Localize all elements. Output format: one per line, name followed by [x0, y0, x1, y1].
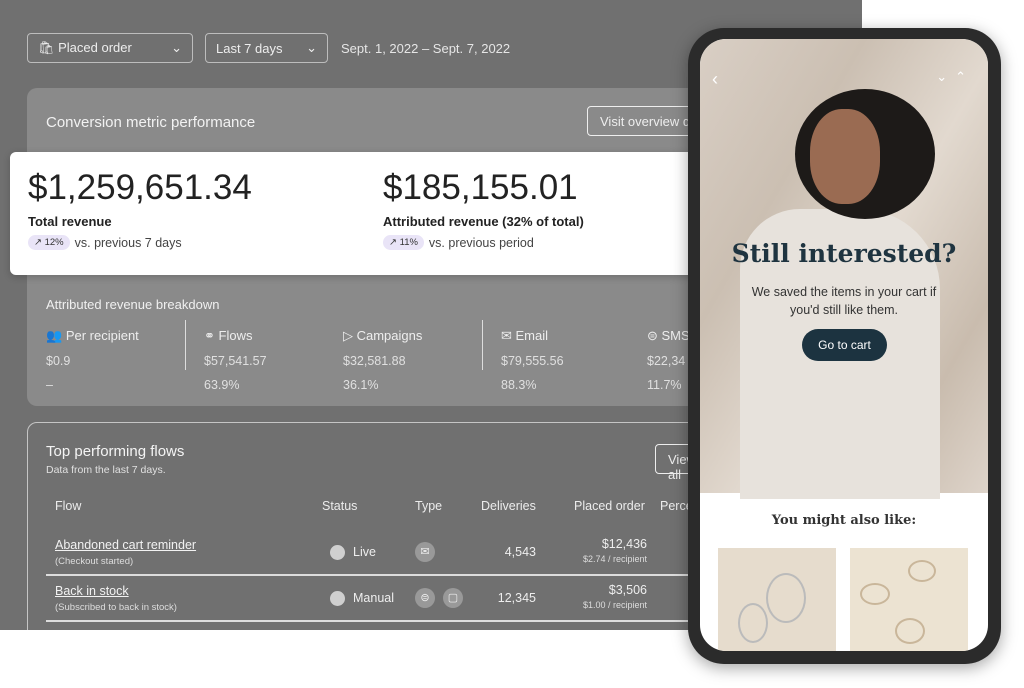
pct: 88.3% [501, 378, 537, 392]
range-select[interactable]: Last 7 days ⌄ [205, 33, 328, 63]
status-dot [330, 545, 345, 560]
placed-value: $12,436 [601, 537, 647, 551]
change-badge: ↗ 12% [28, 235, 70, 250]
divider [185, 320, 186, 370]
label: SMS [661, 328, 690, 343]
pct: 36.1% [343, 378, 379, 392]
placed-order: $12,436 $2.74 / recipient [583, 537, 647, 564]
per-recipient: $2.74 / recipient [582, 554, 647, 564]
headline: Still interested? [731, 239, 957, 268]
users-icon: 👥 [46, 328, 66, 343]
breakdown-sms: ⊜ SMS $22,34 11.7% [647, 328, 690, 402]
back-chevron-icon[interactable]: ‹ [712, 69, 718, 90]
header-type[interactable]: Type [415, 499, 442, 513]
pct: 63.9% [204, 378, 240, 392]
pct: – [46, 378, 53, 392]
comparison-text: vs. previous period [428, 235, 534, 250]
divider [46, 574, 706, 576]
divider [482, 320, 483, 370]
total-revenue-value: $1,259,651.34 [28, 168, 252, 207]
flow-trigger: (Subscribed to back in stock) [55, 602, 177, 613]
label: Per recipient [65, 328, 139, 343]
flows-title: Top performing flows [46, 443, 185, 460]
breakdown-title: Attributed revenue breakdown [46, 297, 220, 312]
go-to-cart-button[interactable]: Go to cart [802, 329, 887, 361]
comparison-text: vs. previous 7 days [74, 235, 182, 250]
header-placed-order[interactable]: Placed order [574, 499, 645, 513]
mail-icon: ✉ [501, 328, 516, 343]
shopify-icon: 🛍 [38, 40, 59, 55]
attributed-revenue: $185,155.01 Attributed revenue (32% of t… [383, 168, 584, 250]
status-text: Manual [353, 591, 394, 605]
divider [46, 620, 706, 622]
sms-icon: ⊜ [647, 328, 662, 343]
change-value: 12% [44, 237, 64, 248]
product-earrings[interactable] [718, 548, 836, 651]
deliveries: 4,543 [504, 545, 536, 559]
breakdown-flows: ⚭ Flows $57,541.57 63.9% [204, 328, 267, 402]
total-revenue-label: Total revenue [28, 214, 112, 229]
flow-trigger: (Checkout started) [55, 556, 134, 567]
body-text: We saved the items in your cart if you'd… [751, 285, 937, 317]
attributed-revenue-label: Attributed revenue (32% of total) [383, 214, 584, 229]
label: Email [515, 328, 549, 343]
chevron-down-icon: ⌄ [306, 40, 317, 55]
deliveries: 12,345 [497, 591, 536, 605]
product-rings[interactable] [850, 548, 968, 651]
phone-screen: ‹ ⌄⌃ Still interested? We saved the item… [700, 39, 988, 651]
status-dot [330, 591, 345, 606]
trend-up-icon: ↗ [34, 237, 45, 248]
change-badge: ↗ 11% [383, 235, 424, 250]
placed-order: $3,506 $1.00 / recipient [583, 583, 647, 610]
label: Flows [218, 328, 253, 343]
status-text: Live [353, 545, 376, 559]
flows-icon: ⚭ [204, 328, 219, 343]
value: $79,555.56 [501, 354, 564, 368]
attributed-revenue-value: $185,155.01 [383, 168, 578, 207]
label: Campaigns [356, 328, 423, 343]
send-icon: ▷ [343, 328, 357, 343]
breakdown-campaigns: ▷ Campaigns $32,581.88 36.1% [343, 328, 422, 402]
face-shape [810, 109, 880, 204]
phone-mockup: ‹ ⌄⌃ Still interested? We saved the item… [688, 28, 1001, 664]
up-down-chevron-icon[interactable]: ⌄⌃ [936, 69, 974, 85]
metric-select-value: Placed order [58, 40, 132, 55]
pct: 11.7% [647, 378, 682, 392]
breakdown-email: ✉ Email $79,555.56 88.3% [501, 328, 564, 402]
metric-select[interactable]: 🛍 Placed order ⌄ [27, 33, 193, 63]
header-status[interactable]: Status [322, 499, 357, 513]
value: $57,541.57 [204, 354, 267, 368]
value: $22,34 [647, 354, 686, 368]
value: $0.9 [46, 354, 71, 368]
revenue-card: $1,259,651.34 Total revenue ↗ 12% vs. pre… [10, 152, 710, 275]
chevron-down-icon: ⌄ [171, 40, 182, 55]
trend-up-icon: ↗ [389, 237, 400, 248]
total-revenue: $1,259,651.34 Total revenue ↗ 12% vs. pre… [28, 168, 252, 250]
conversion-title: Conversion metric performance [46, 114, 256, 131]
mail-icon: ✉ [415, 542, 435, 562]
breakdown-per-recipient: 👥 Per recipient $0.9 – [46, 328, 139, 402]
flows-subtitle: Data from the last 7 days. [46, 464, 166, 476]
range-select-value: Last 7 days [216, 40, 283, 56]
push-icon: ▢ [443, 588, 463, 608]
header-deliveries[interactable]: Deliveries [481, 499, 536, 513]
change-value: 11% [399, 237, 418, 248]
also-like-heading: You might also like: [771, 513, 917, 528]
flow-link[interactable]: Abandoned cart reminder [55, 538, 196, 552]
per-recipient: $1.00 / recipient [582, 600, 647, 610]
header-flow[interactable]: Flow [55, 499, 81, 513]
date-range: Sept. 1, 2022 – Sept. 7, 2022 [341, 41, 511, 56]
flow-link[interactable]: Back in stock [55, 584, 129, 598]
sms-icon: ⊜ [415, 588, 435, 608]
value: $32,581.88 [343, 354, 406, 368]
placed-value: $3,506 [608, 583, 647, 597]
